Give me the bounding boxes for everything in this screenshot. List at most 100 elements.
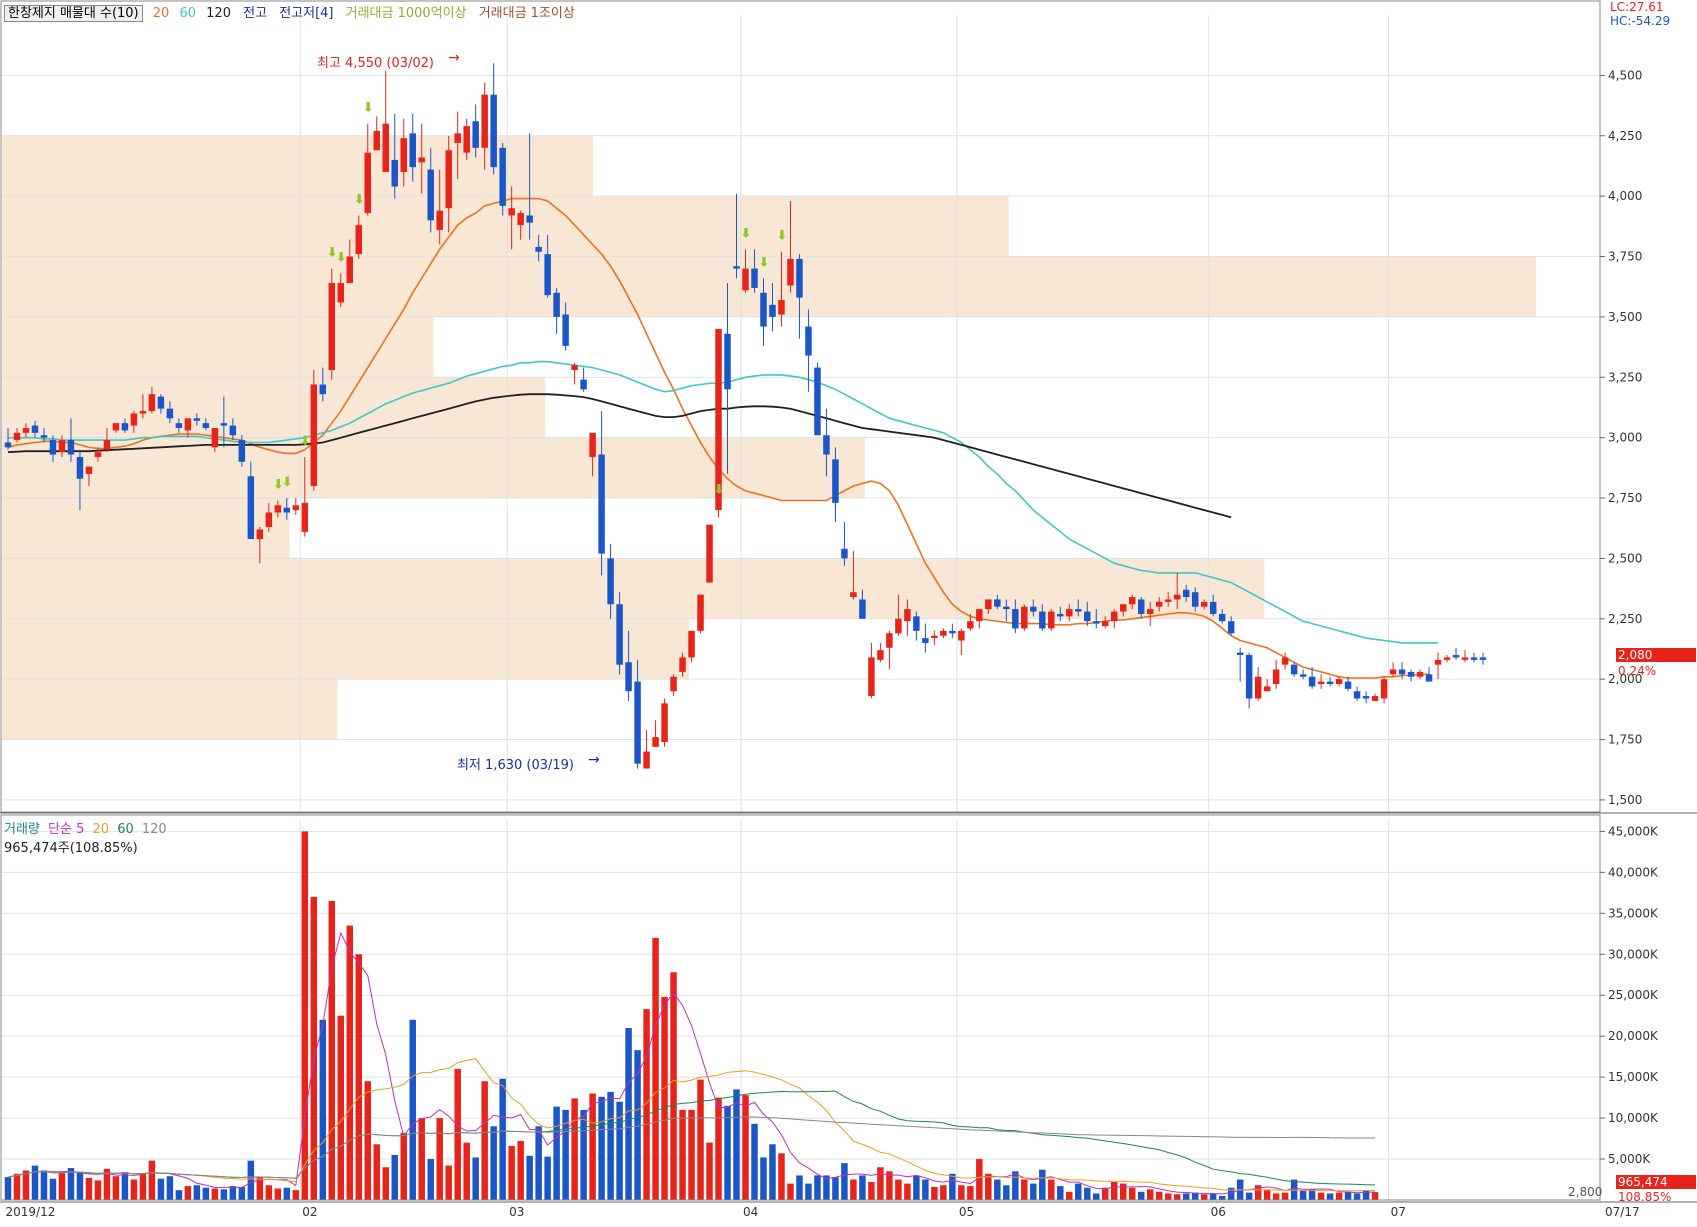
- candle-body-38: [346, 256, 354, 284]
- candle-body-56: [508, 208, 515, 216]
- candle-32: [292, 498, 300, 515]
- candle-body-22: [202, 423, 210, 428]
- vol-tick-label-1: 40,000K: [1608, 865, 1659, 879]
- candle-body-123: [1111, 611, 1118, 622]
- candle-body-120: [1084, 611, 1091, 622]
- candle-41: [373, 116, 380, 151]
- candle-body-88: [796, 258, 803, 298]
- volume-bar-19: [175, 1190, 183, 1200]
- candle-74: [670, 674, 677, 697]
- volume-bar-18: [166, 1176, 174, 1200]
- price-tick-label-5: 3,250: [1608, 370, 1642, 384]
- candle-body-89: [805, 326, 812, 356]
- volume-bar-35: [319, 1019, 327, 1200]
- volume-bar-50: [454, 1068, 461, 1200]
- candle-body-90: [814, 367, 821, 436]
- candle-body-144: [1299, 674, 1307, 677]
- candle-body-31: [283, 507, 291, 513]
- volume-bar-126: [1137, 1191, 1145, 1200]
- volume-bar-75: [679, 1109, 686, 1200]
- candle-body-70: [634, 681, 641, 764]
- candle-106: [958, 628, 965, 656]
- volume-bar-60: [544, 1156, 551, 1200]
- candle-body-6: [58, 440, 66, 453]
- candle-body-115: [1039, 611, 1046, 629]
- candle-body-142: [1281, 657, 1289, 665]
- candle-body-34: [310, 384, 318, 486]
- volume-bar-86: [778, 1153, 785, 1200]
- candle-body-159: [1434, 659, 1442, 665]
- candle-body-150: [1353, 691, 1361, 699]
- volume-bar-112: [1012, 1171, 1019, 1200]
- volume-bar-115: [1039, 1169, 1046, 1200]
- chart-canvas[interactable]: ⬇⬇⬇⬇⬇⬇⬇⬇⬇⬇⬇ 4,5004,2504,0003,7503,5003,2…: [0, 0, 1697, 1223]
- candle-body-110: [994, 599, 1001, 607]
- x-tick-label-5: 06: [1211, 1205, 1226, 1219]
- stock-chart[interactable]: ⬇ ⬇ ⬇ ⬇ ⬇ ⬇ ⬇ ⬇ ⬇ ⬇ ⬇ 4,500 4,250 4,000 3,750 3,500 3,2…: [0, 0, 1697, 1223]
- volume-bar-56: [508, 1145, 515, 1200]
- candle-body-105: [949, 630, 956, 634]
- volume-bar-147: [1326, 1193, 1334, 1200]
- candle-body-135: [1218, 613, 1226, 622]
- candle-42: [382, 70, 389, 172]
- candle-103: [931, 630, 938, 646]
- candle-63: [571, 362, 578, 385]
- volume-bar-48: [436, 1118, 443, 1200]
- volume-bar-88: [796, 1175, 803, 1200]
- candle-body-50: [454, 133, 461, 144]
- candle-body-59: [535, 246, 542, 252]
- volume-bar-13: [121, 1172, 129, 1200]
- candle-body-46: [418, 157, 425, 163]
- candle-body-21: [193, 418, 201, 421]
- candle-body-161: [1452, 655, 1460, 658]
- candle-body-160: [1443, 657, 1451, 660]
- volume-bar-3: [31, 1165, 39, 1200]
- volume-bar-95: [859, 1175, 866, 1200]
- candle-body-93: [841, 548, 848, 559]
- candle-139: [1254, 667, 1262, 701]
- candle-body-19: [175, 423, 183, 428]
- volume-bar-24: [220, 1189, 228, 1200]
- candle-141: [1272, 659, 1280, 689]
- candle-123: [1111, 609, 1118, 629]
- candle-body-62: [562, 314, 569, 346]
- candle-body-66: [598, 454, 605, 554]
- volume-bar-40: [364, 1081, 371, 1200]
- candle-body-151: [1362, 696, 1370, 699]
- volume-zone-8: [2, 618, 690, 680]
- candle-152: [1371, 693, 1379, 701]
- candle-body-37: [337, 283, 345, 303]
- candle-158: [1425, 667, 1433, 682]
- candle-body-138: [1245, 655, 1253, 699]
- volume-bar-78: [706, 1142, 713, 1200]
- candle-88: [796, 254, 803, 339]
- candle-161: [1452, 647, 1460, 660]
- volume-bar-133: [1200, 1194, 1208, 1200]
- volume-bar-120: [1084, 1187, 1091, 1200]
- candle-108: [976, 609, 983, 629]
- candle-body-139: [1254, 676, 1262, 699]
- volume-bar-10: [94, 1180, 102, 1200]
- candle-body-39: [355, 225, 362, 255]
- candle-body-136: [1227, 621, 1235, 634]
- volume-bar-130: [1173, 1194, 1181, 1200]
- stock-title[interactable]: 한창제지 매물대 수(10): [4, 5, 143, 22]
- price-tick-label-1: 4,250: [1608, 129, 1642, 143]
- candle-body-27: [247, 476, 255, 540]
- candle-body-140: [1263, 686, 1271, 692]
- candle-162: [1461, 650, 1469, 663]
- volume-bar-31: [283, 1187, 291, 1200]
- candle-66: [598, 411, 605, 576]
- volume-bar-104: [940, 1185, 947, 1200]
- candle-body-99: [895, 618, 902, 634]
- candle-body-1: [13, 432, 21, 441]
- candle-body-154: [1389, 669, 1397, 675]
- x-tick-label-1: 02: [302, 1205, 317, 1219]
- candle-body-122: [1102, 621, 1109, 627]
- candle-body-137: [1236, 652, 1244, 656]
- price-tick-label-0: 4,500: [1608, 68, 1642, 82]
- vol-tick-label-7: 10,000K: [1608, 1111, 1659, 1125]
- volume-bar-128: [1155, 1191, 1163, 1200]
- candle-138: [1245, 652, 1253, 709]
- candle-body-13: [121, 423, 129, 431]
